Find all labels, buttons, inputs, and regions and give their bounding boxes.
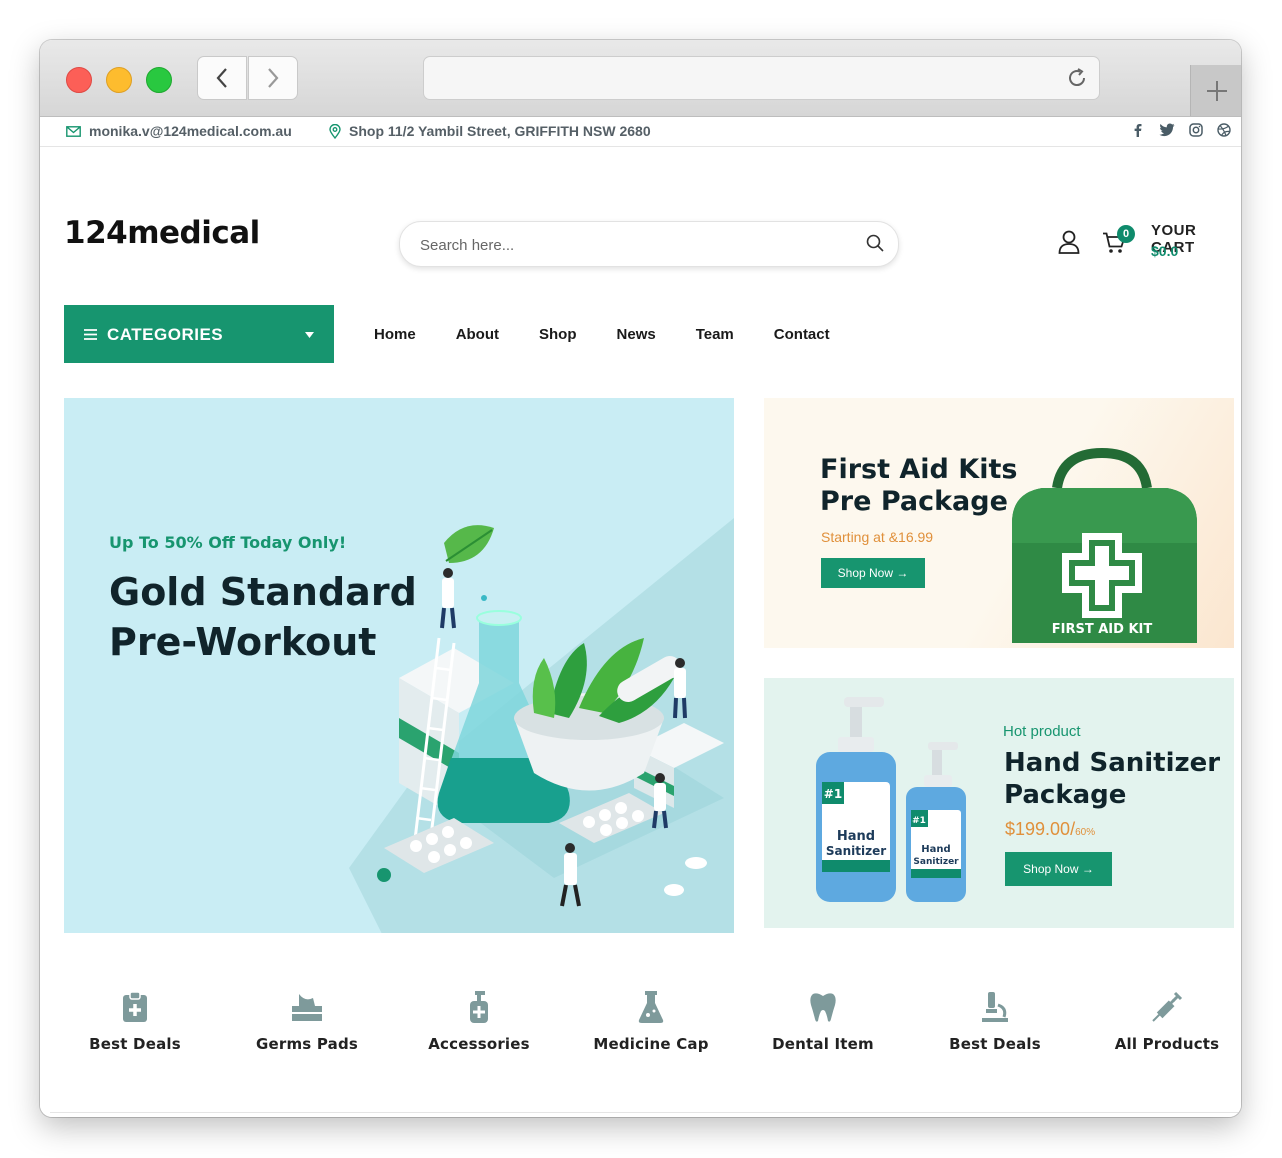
- twitter-icon[interactable]: [1159, 123, 1175, 137]
- category-label: Dental Item: [772, 1035, 874, 1053]
- nav-link-news[interactable]: News: [617, 326, 656, 343]
- first-aid-price: Starting at &16.99: [821, 529, 934, 545]
- top-info-bar: monika.v@124medical.com.au Shop 11/2 Yam…: [40, 117, 1241, 147]
- category-label: Accessories: [428, 1035, 530, 1053]
- category-germs-pads[interactable]: Germs Pads: [221, 987, 393, 1053]
- hot-product-tag: Hot product: [1003, 723, 1081, 740]
- category-label: Best Deals: [949, 1035, 1041, 1053]
- close-window-button[interactable]: [66, 67, 92, 93]
- cart-count-badge: 0: [1117, 225, 1135, 243]
- sanitizer-price-value: $199.00/: [1005, 819, 1076, 839]
- address-text: Shop 11/2 Yambil Street, GRIFFITH NSW 26…: [349, 123, 651, 139]
- svg-text:#1: #1: [912, 816, 926, 826]
- category-accessories[interactable]: Accessories: [393, 987, 565, 1053]
- address-bar[interactable]: [423, 56, 1100, 100]
- sanitizer-bottles-image: #1 Hand Sanitizer #1 Hand Sanitizer: [816, 697, 966, 902]
- microscope-icon: [982, 992, 1008, 1022]
- sanitizer-bottle-icon: [470, 991, 488, 1023]
- browser-window: monika.v@124medical.com.au Shop 11/2 Yam…: [40, 40, 1241, 1117]
- hero-slider[interactable]: Up To 50% Off Today Only! Gold Standard …: [64, 398, 734, 933]
- tissue-box-icon: [292, 994, 322, 1021]
- category-dental-item[interactable]: Dental Item: [737, 987, 909, 1053]
- tooth-icon: [810, 993, 836, 1022]
- first-aid-banner[interactable]: First Aid Kits Pre Package Starting at &…: [764, 398, 1234, 648]
- hero-title-line2: Pre-Workout: [109, 620, 377, 664]
- svg-text:Sanitizer: Sanitizer: [826, 844, 886, 858]
- first-aid-title-line1: First Aid Kits: [820, 454, 1018, 485]
- category-icons-row: Best Deals Germs Pads Accessories Medici…: [40, 987, 1241, 1067]
- chevron-right-icon: [268, 68, 279, 88]
- sanitizer-price: $199.00/60%: [1005, 819, 1095, 840]
- nav-link-team[interactable]: Team: [696, 326, 734, 343]
- site-logo[interactable]: 124medical: [64, 215, 260, 251]
- clipboard-plus-icon: [123, 991, 147, 1022]
- first-aid-bag-image: FIRST AID KIT: [1012, 448, 1197, 643]
- chevron-left-icon: [216, 68, 227, 88]
- search-box: [399, 221, 899, 268]
- first-aid-title-line2: Pre Package: [820, 486, 1008, 517]
- maximize-window-button[interactable]: [146, 67, 172, 93]
- sanitizer-shop-now-button[interactable]: Shop Now →: [1005, 852, 1112, 886]
- sanitizer-title-line2: Package: [1004, 780, 1127, 810]
- svg-text:#1: #1: [824, 787, 842, 801]
- email-text: monika.v@124medical.com.au: [89, 123, 292, 139]
- back-button[interactable]: [197, 56, 247, 100]
- syringe-icon: [1152, 991, 1183, 1022]
- hero-subtitle: Up To 50% Off Today Only!: [109, 533, 347, 552]
- cart-total: $0.0: [1151, 243, 1179, 259]
- category-medicine-cap[interactable]: Medicine Cap: [565, 987, 737, 1053]
- caret-down-icon: [305, 332, 314, 338]
- slider-pagination-dot[interactable]: [377, 868, 391, 882]
- browser-toolbar: [40, 40, 1241, 117]
- section-divider: [50, 1112, 1240, 1113]
- main-navigation: Home About Shop News Team Contact: [374, 326, 870, 343]
- category-label: Germs Pads: [255, 1035, 359, 1053]
- svg-text:Hand: Hand: [921, 844, 950, 855]
- hamburger-menu-icon: [84, 329, 97, 340]
- nav-link-contact[interactable]: Contact: [774, 326, 830, 343]
- category-best-deals[interactable]: Best Deals: [49, 987, 221, 1053]
- laboratory-illustration: [349, 518, 734, 933]
- category-all-products[interactable]: All Products: [1081, 987, 1241, 1053]
- new-tab-button[interactable]: [1190, 65, 1241, 116]
- first-aid-shop-now-button[interactable]: Shop Now →: [821, 558, 925, 588]
- nav-link-shop[interactable]: Shop: [539, 326, 577, 343]
- web-page: monika.v@124medical.com.au Shop 11/2 Yam…: [40, 117, 1241, 1117]
- email-contact[interactable]: monika.v@124medical.com.au: [66, 123, 292, 139]
- address-contact: Shop 11/2 Yambil Street, GRIFFITH NSW 26…: [329, 123, 651, 139]
- nav-link-about[interactable]: About: [456, 326, 499, 343]
- categories-label: CATEGORIES: [107, 325, 224, 344]
- flask-icon: [638, 991, 664, 1023]
- bag-label: FIRST AID KIT: [1052, 622, 1153, 637]
- sanitizer-discount: 60%: [1075, 827, 1096, 838]
- category-label: Medicine Cap: [593, 1035, 709, 1053]
- instagram-icon[interactable]: [1189, 123, 1203, 137]
- minimize-window-button[interactable]: [106, 67, 132, 93]
- user-account-icon[interactable]: [1058, 230, 1080, 254]
- forward-button[interactable]: [248, 56, 298, 100]
- svg-text:Sanitizer: Sanitizer: [913, 857, 959, 867]
- plus-icon: [1206, 80, 1227, 101]
- search-input[interactable]: [418, 222, 842, 268]
- envelope-icon: [66, 125, 81, 137]
- hand-sanitizer-banner[interactable]: #1 Hand Sanitizer #1 Hand Sanitizer Hot …: [764, 678, 1234, 928]
- category-label: Best Deals: [89, 1035, 181, 1053]
- categories-dropdown[interactable]: CATEGORIES: [64, 305, 334, 363]
- category-best-deals-2[interactable]: Best Deals: [909, 987, 1081, 1053]
- social-links: [1131, 123, 1231, 137]
- dribbble-icon[interactable]: [1217, 123, 1231, 137]
- sanitizer-title-line1: Hand Sanitizer: [1004, 748, 1221, 778]
- facebook-icon[interactable]: [1131, 123, 1145, 137]
- search-icon[interactable]: [866, 234, 884, 252]
- nav-link-home[interactable]: Home: [374, 326, 416, 343]
- reload-icon[interactable]: [1065, 66, 1089, 90]
- map-pin-icon: [329, 123, 341, 139]
- svg-text:Hand: Hand: [837, 829, 875, 844]
- category-label: All Products: [1114, 1035, 1220, 1053]
